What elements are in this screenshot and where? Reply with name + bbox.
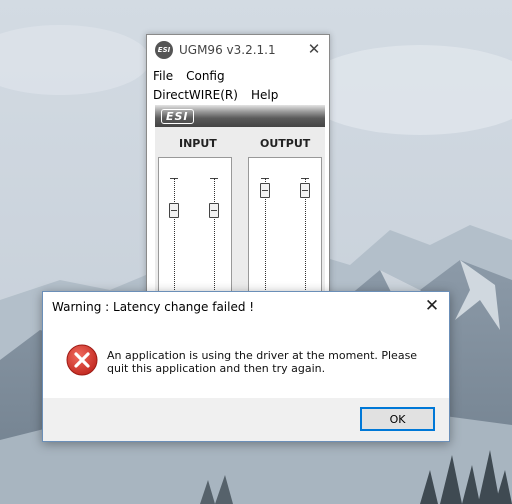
menu-item-directwire[interactable]: DirectWIRE(R) bbox=[153, 86, 238, 105]
output-fader-left[interactable] bbox=[260, 183, 270, 198]
dialog-footer: OK bbox=[43, 398, 449, 441]
menu-item-file[interactable]: File bbox=[153, 67, 173, 86]
output-label: OUTPUT bbox=[260, 137, 311, 150]
close-icon[interactable]: ✕ bbox=[307, 42, 321, 57]
ugm96-window: ESI UGM96 v3.2.1.1 ✕ File Config DirectW… bbox=[146, 34, 330, 328]
warning-dialog: Warning : Latency change failed ! ✕ An a… bbox=[42, 291, 450, 442]
input-fader-right[interactable] bbox=[209, 203, 219, 218]
output-fader-right[interactable] bbox=[300, 183, 310, 198]
close-icon[interactable]: ✕ bbox=[424, 298, 440, 315]
menu-bar: File Config DirectWIRE(R) Help bbox=[147, 65, 329, 105]
dialog-titlebar[interactable]: Warning : Latency change failed ! ✕ bbox=[43, 292, 449, 322]
input-label: INPUT bbox=[179, 137, 217, 150]
dialog-message: An application is using the driver at th… bbox=[107, 349, 418, 375]
menu-item-config[interactable]: Config bbox=[186, 67, 225, 86]
window-title: UGM96 v3.2.1.1 bbox=[179, 43, 276, 57]
dialog-body: An application is using the driver at th… bbox=[43, 322, 449, 398]
esi-logo-icon: ESI bbox=[155, 41, 173, 59]
esi-banner-logo: ESI bbox=[161, 108, 194, 124]
esi-banner: ESI bbox=[155, 105, 325, 127]
ok-button[interactable]: OK bbox=[360, 407, 435, 431]
error-icon bbox=[66, 344, 98, 376]
dialog-title: Warning : Latency change failed ! bbox=[52, 300, 255, 314]
menu-item-help[interactable]: Help bbox=[251, 86, 278, 105]
input-fader-left[interactable] bbox=[169, 203, 179, 218]
ugm96-titlebar[interactable]: ESI UGM96 v3.2.1.1 ✕ bbox=[147, 35, 329, 65]
